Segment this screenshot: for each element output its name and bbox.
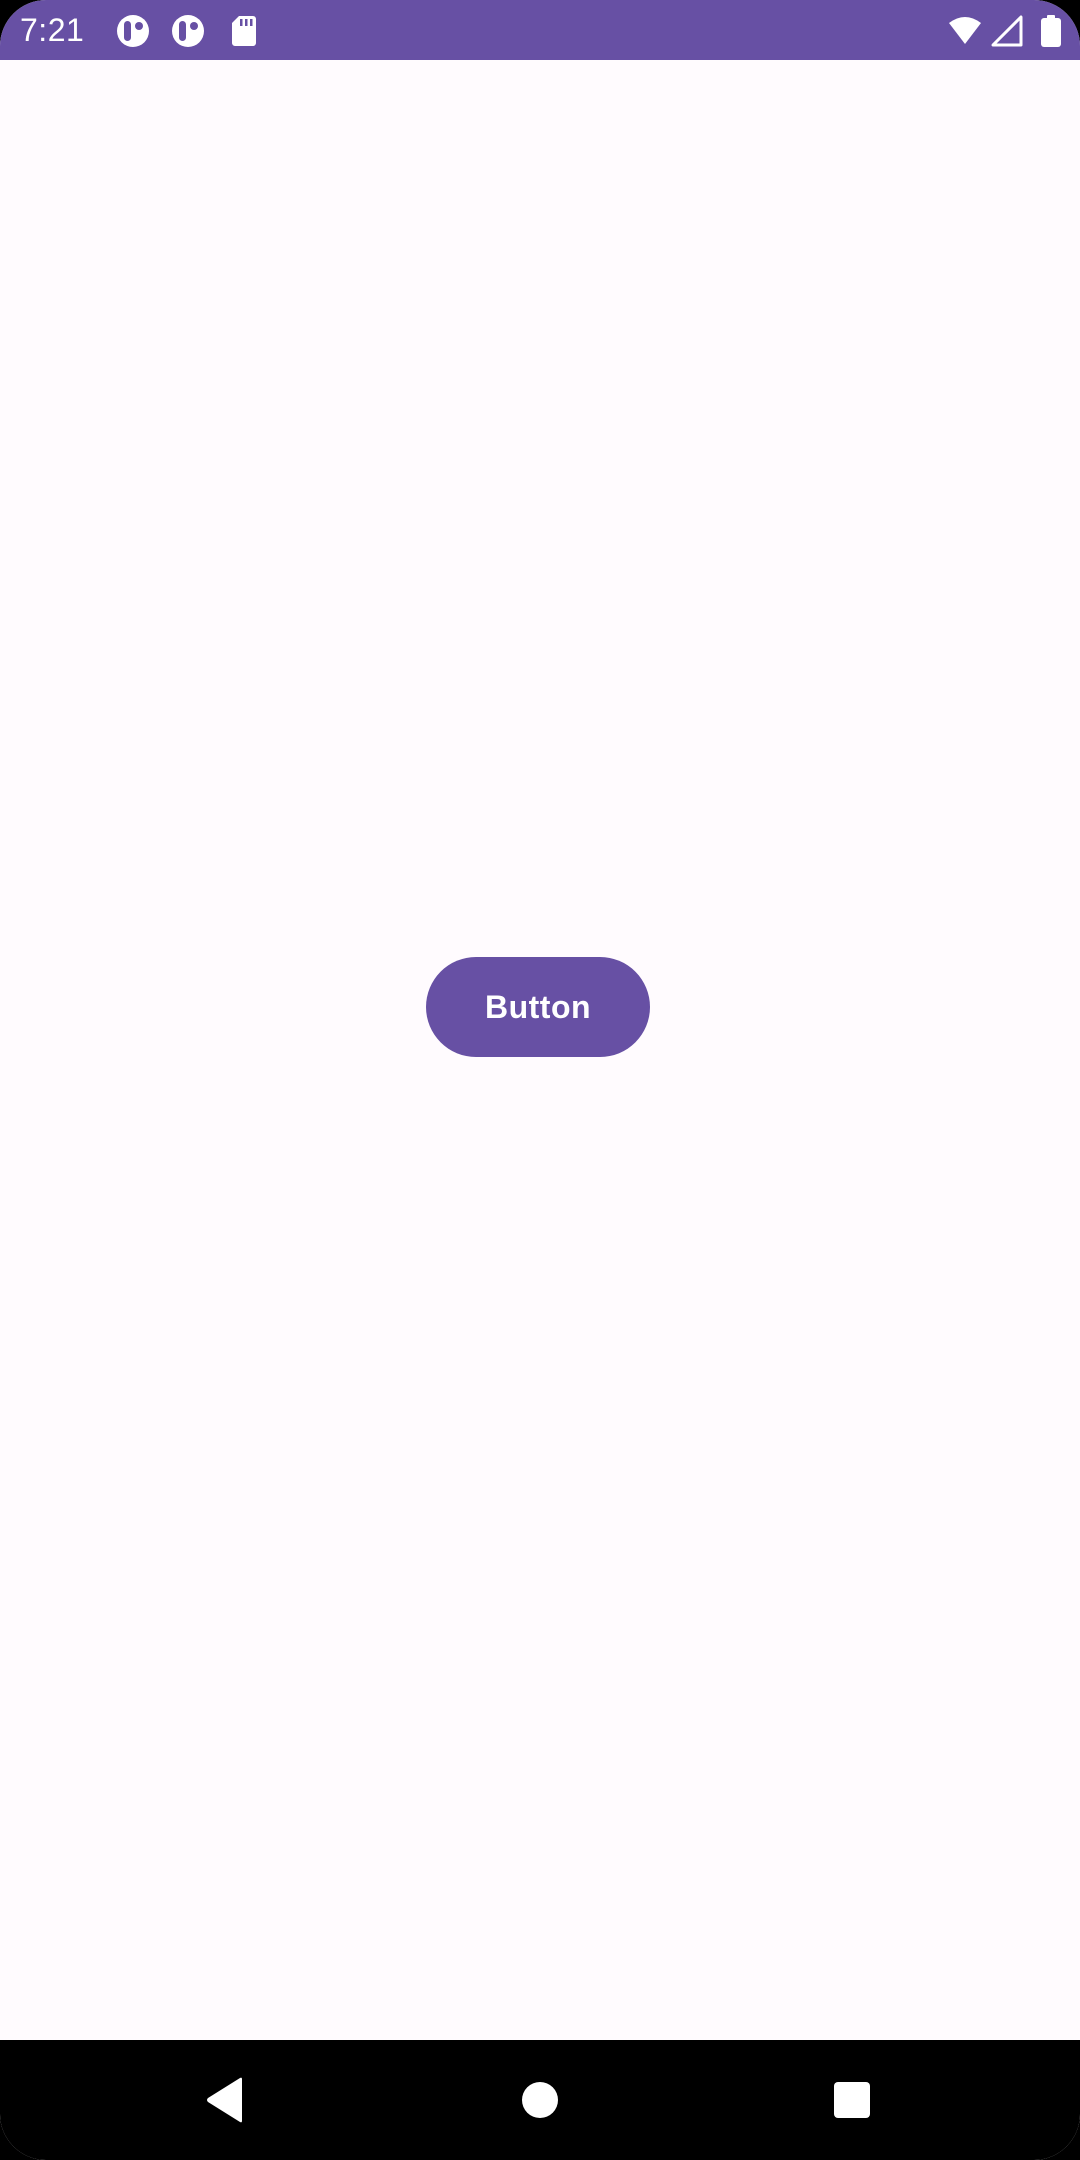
recents-icon[interactable] xyxy=(812,2060,892,2140)
app-screen: 7:21 Button xyxy=(0,0,1080,2160)
status-time: 7:21 xyxy=(20,12,85,48)
app-notification-icon xyxy=(171,14,205,48)
battery-icon xyxy=(1034,14,1068,48)
home-icon[interactable] xyxy=(500,2060,580,2140)
primary-button[interactable]: Button xyxy=(426,957,650,1057)
main-content: Button xyxy=(0,60,1080,2040)
sd-card-icon xyxy=(227,14,261,48)
navigation-bar xyxy=(0,2040,1080,2160)
cellular-signal-icon xyxy=(990,14,1024,48)
back-icon[interactable] xyxy=(186,2060,266,2140)
status-bar: 7:21 xyxy=(0,0,1080,60)
app-notification-icon xyxy=(116,14,150,48)
wifi-icon xyxy=(948,14,982,48)
